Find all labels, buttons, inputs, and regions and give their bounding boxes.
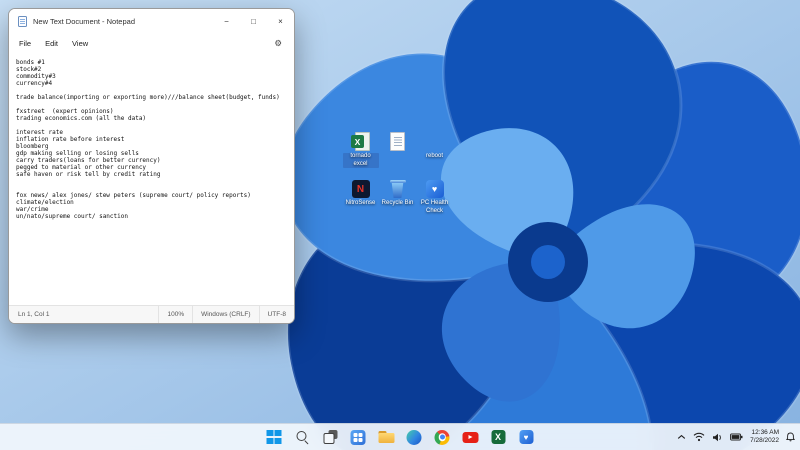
windows-logo-icon <box>266 429 282 445</box>
file-explorer-button[interactable] <box>375 426 398 449</box>
cursor-position-indicator: Ln 1, Col 1 <box>18 311 50 318</box>
notepad-window: New Text Document - Notepad − □ × File E… <box>8 8 295 324</box>
battery-icon <box>730 433 743 441</box>
desktop-icon-label: Recycle Bin <box>381 200 414 206</box>
notepad-statusbar: Ln 1, Col 1 100% Windows (CRLF) UTF-8 <box>9 305 294 323</box>
search-icon <box>295 430 309 444</box>
desktop-icon-recycle-bin[interactable]: Recycle Bin <box>379 178 416 225</box>
chrome-button[interactable] <box>431 426 454 449</box>
text-file-icon <box>390 131 405 151</box>
folder-icon <box>378 430 394 444</box>
pc-health-icon <box>519 430 533 444</box>
tray-time: 12:36 AM <box>751 428 779 436</box>
window-controls: − □ × <box>213 9 294 34</box>
tray-date: 7/28/2022 <box>750 437 779 444</box>
edge-button[interactable] <box>403 426 426 449</box>
edge-icon <box>406 429 422 445</box>
start-logo-pane <box>266 429 274 437</box>
widgets-button[interactable] <box>347 426 370 449</box>
desktop-icon-label: PC Health Check <box>420 200 449 214</box>
notepad-menubar: File Edit View ⚙ <box>9 34 294 53</box>
start-logo-pane <box>274 437 282 445</box>
notepad-text-area[interactable]: bonds #1 stock#2 commodity#3 currency#4 … <box>9 53 294 305</box>
desktop-icon-tornado-excel[interactable]: tornado excel <box>342 131 379 178</box>
start-button[interactable] <box>263 426 286 449</box>
battery-button[interactable] <box>730 433 743 441</box>
excel-file-icon <box>351 131 370 151</box>
excel-icon <box>491 430 505 444</box>
desktop-icon-label: tornado excel <box>342 153 379 168</box>
nitrosense-icon <box>351 178 370 198</box>
desktop-icon-pc-health-check[interactable]: PC Health Check <box>416 178 453 225</box>
clock[interactable]: 12:36 AM 7/28/2022 <box>750 429 779 446</box>
taskbar: 12:36 AM 7/28/2022 <box>0 423 800 450</box>
task-view-button[interactable] <box>319 426 342 449</box>
desktop-icon-text-file[interactable] <box>379 131 416 178</box>
close-button[interactable]: × <box>267 9 294 34</box>
settings-gear-icon[interactable]: ⚙ <box>274 38 290 49</box>
search-button[interactable] <box>291 426 314 449</box>
maximize-button[interactable]: □ <box>240 9 267 34</box>
notepad-app-icon <box>18 16 27 27</box>
recycle-bin-icon <box>389 178 406 198</box>
widgets-icon <box>350 429 366 445</box>
volume-button[interactable] <box>712 433 723 442</box>
bell-icon <box>786 432 795 442</box>
encoding-indicator: UTF-8 <box>258 306 294 323</box>
speaker-icon <box>713 433 721 441</box>
wifi-icon <box>693 432 705 442</box>
notification-center-button[interactable] <box>786 432 795 442</box>
network-button[interactable] <box>693 432 705 442</box>
system-tray: 12:36 AM 7/28/2022 <box>677 424 795 450</box>
window-title: New Text Document - Notepad <box>33 17 135 26</box>
zoom-indicator: 100% <box>158 306 192 323</box>
minimize-button[interactable]: − <box>213 9 240 34</box>
line-ending-indicator: Windows (CRLF) <box>192 306 258 323</box>
task-view-icon <box>323 430 337 444</box>
youtube-button[interactable] <box>459 426 482 449</box>
desktop-icon-label: reboot <box>425 153 443 159</box>
excel-button[interactable] <box>487 426 510 449</box>
notepad-titlebar[interactable]: New Text Document - Notepad − □ × <box>9 9 294 34</box>
youtube-icon <box>462 431 478 443</box>
start-logo-pane <box>266 437 274 445</box>
pc-health-button[interactable] <box>515 426 538 449</box>
pc-health-check-icon <box>425 178 444 198</box>
chrome-icon <box>434 429 450 445</box>
winrar-archive-icon <box>426 131 443 151</box>
desktop-icon-nitrosense[interactable]: NitroSense <box>342 178 379 225</box>
menu-edit[interactable]: Edit <box>39 37 64 50</box>
chevron-up-icon <box>677 434 686 439</box>
menu-file[interactable]: File <box>13 37 37 50</box>
bloom-core-inner <box>531 245 565 279</box>
desktop-screen: tornado excel reboot NitroSense Recycle … <box>0 0 800 450</box>
taskbar-pinned-apps <box>263 424 538 450</box>
desktop-icon-label: NitroSense <box>345 200 376 206</box>
start-logo-pane <box>274 429 282 437</box>
hidden-icons-button[interactable] <box>677 434 686 440</box>
desktop-icons: tornado excel reboot NitroSense Recycle … <box>342 131 453 225</box>
menu-view[interactable]: View <box>66 37 94 50</box>
desktop-icon-reboot[interactable]: reboot <box>416 131 453 178</box>
